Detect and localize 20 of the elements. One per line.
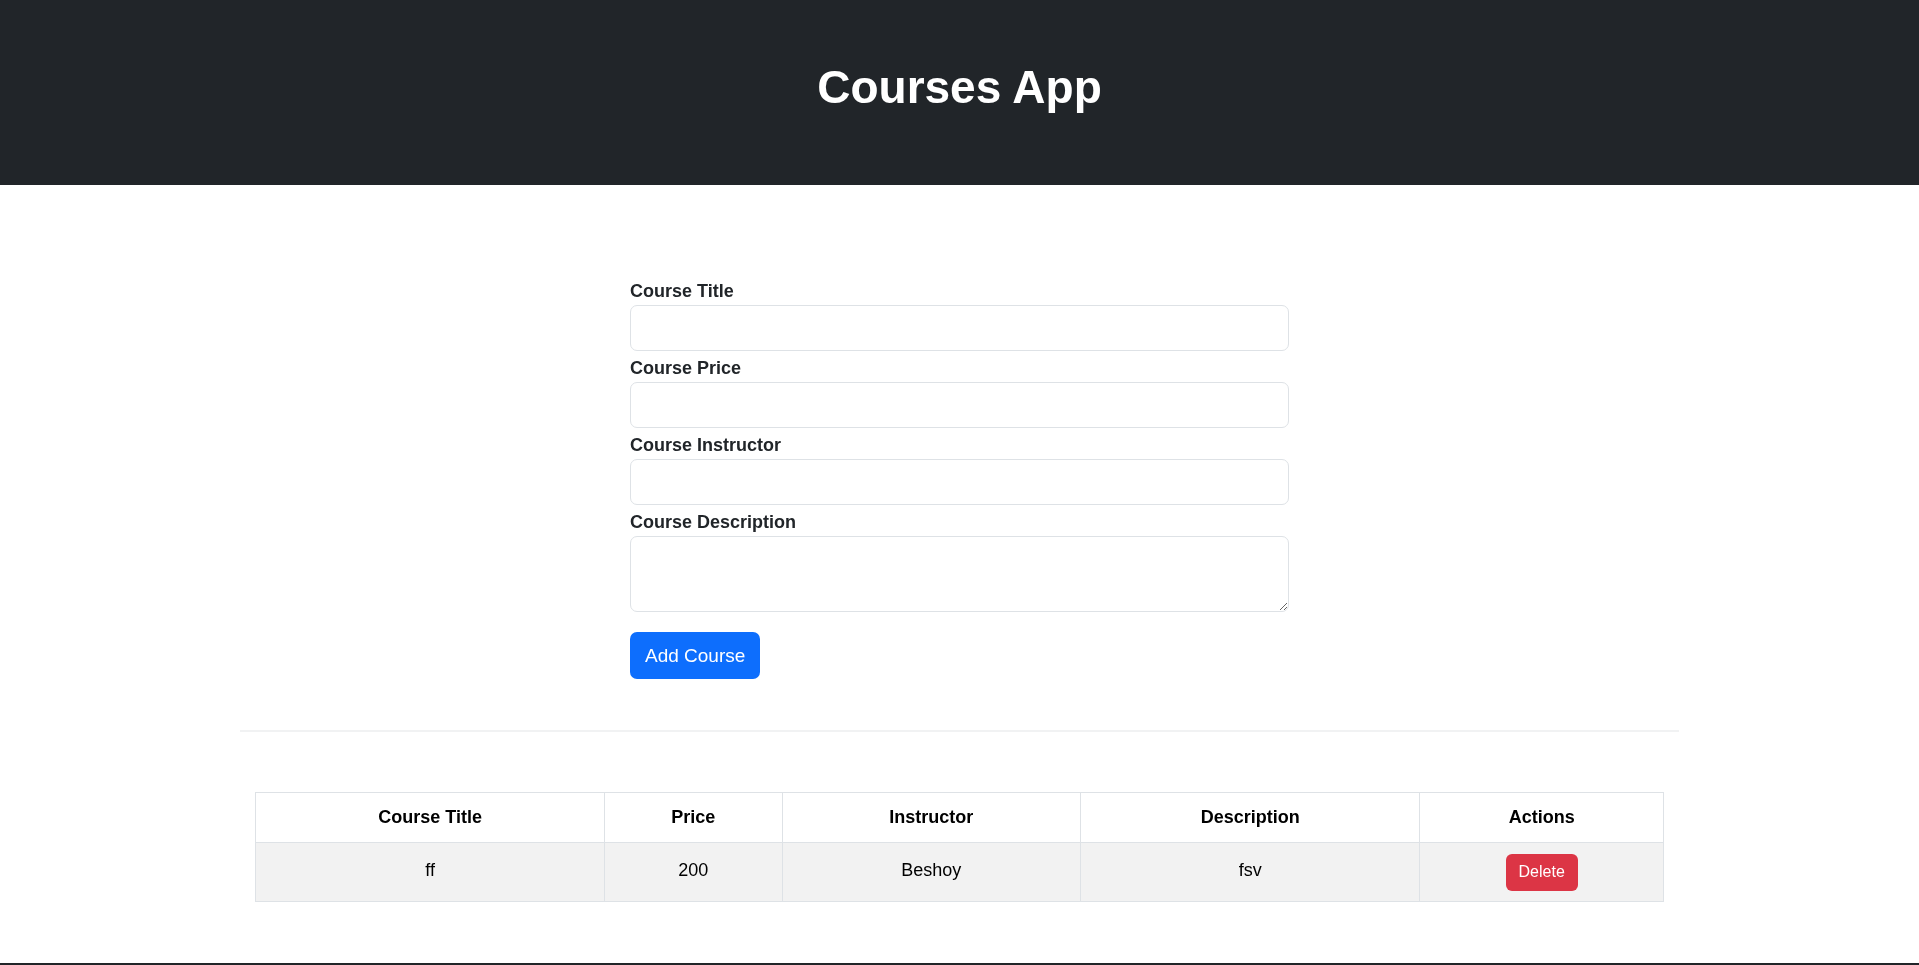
table-cell: ff: [255, 842, 605, 902]
text-input[interactable]: [630, 459, 1289, 505]
text-input[interactable]: [630, 382, 1289, 428]
column-header: Price: [604, 792, 783, 843]
field-label: Course Description: [630, 511, 797, 534]
table-cell: fsv: [1080, 842, 1420, 902]
add-course-button[interactable]: Add Course: [630, 632, 761, 679]
description-textarea[interactable]: [630, 536, 1289, 612]
text-input[interactable]: [630, 305, 1289, 351]
delete-button[interactable]: Delete: [1505, 853, 1578, 891]
column-header: Actions: [1419, 792, 1664, 843]
field-label: Course Price: [630, 357, 742, 380]
column-header: Description: [1080, 792, 1420, 843]
field-label: Course Instructor: [630, 434, 782, 457]
column-header: Course Title: [255, 792, 605, 843]
column-header: Instructor: [782, 792, 1081, 843]
app-title: Courses App: [817, 59, 1102, 115]
field-label: Course Title: [630, 280, 734, 303]
table-cell: 200: [604, 842, 783, 902]
table-cell: Beshoy: [782, 842, 1081, 902]
